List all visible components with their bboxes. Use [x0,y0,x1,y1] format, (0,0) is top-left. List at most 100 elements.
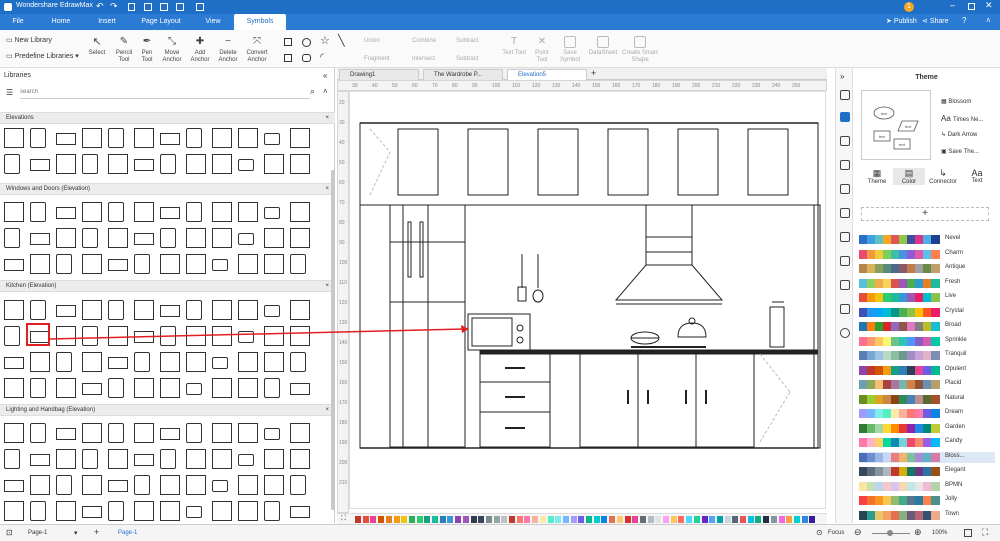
palette-swatch[interactable] [786,516,793,523]
lighting-symbol[interactable] [4,501,24,521]
elevation-symbol[interactable] [212,154,232,174]
kitchen-symbol[interactable] [108,300,124,320]
palette-swatch[interactable] [663,516,669,523]
tab-page-layout[interactable]: Page Layout [136,14,186,30]
appliance-symbol[interactable] [82,383,102,395]
palette-swatch[interactable] [509,516,515,523]
collapse-ribbon-icon[interactable]: ˄ [986,16,991,25]
theme-color-row[interactable]: Candy [859,437,995,448]
palette-swatch[interactable] [801,516,808,523]
kitchen-symbol[interactable] [108,378,124,398]
save-icon[interactable] [160,3,168,11]
palette-swatch[interactable] [378,516,385,523]
lighting-symbol[interactable] [4,423,24,443]
theme-color-row[interactable]: Elegant [859,466,995,477]
palette-swatch[interactable] [770,516,777,523]
page-icon[interactable] [840,184,850,194]
palette-swatch[interactable] [763,516,770,523]
table-icon[interactable] [840,232,850,242]
combine-button[interactable]: Combine [412,38,436,45]
door-symbol[interactable] [186,228,206,248]
fullscreen-icon[interactable]: ⛶ [982,527,988,538]
elevation-symbol[interactable] [186,154,206,174]
window-symbol[interactable] [108,259,128,271]
handbag-symbol[interactable] [30,501,46,521]
palette-swatch[interactable] [532,516,539,523]
theme-color-row[interactable]: Nevel [859,234,995,245]
elevation-symbol[interactable] [160,154,176,174]
tab-home[interactable]: Home [44,14,78,30]
handbag-symbol[interactable] [134,501,154,521]
kitchen-symbol[interactable] [212,357,228,369]
pencil-tool-button[interactable]: ✎ Pencil Tool [112,36,136,64]
tab-symbols[interactable]: Symbols [234,14,286,30]
kitchen-symbol[interactable] [108,357,128,369]
palette-swatch[interactable] [401,516,408,523]
add-anchor-button[interactable]: ✚ Add Anchor [186,36,214,64]
open-file-icon[interactable] [144,3,152,11]
elevation-symbol[interactable] [238,159,254,171]
window-symbol[interactable] [4,259,24,271]
image-icon[interactable] [840,136,850,146]
union-button[interactable]: Union [364,38,380,45]
kitchen-symbol[interactable] [4,326,20,346]
handbag-symbol[interactable] [134,475,150,495]
appliance-symbol[interactable] [134,300,154,320]
handbag-symbol[interactable] [290,423,310,443]
lighting-symbol[interactable] [160,449,176,469]
drawing-canvas[interactable] [349,91,826,509]
palette-swatch[interactable] [562,516,569,523]
appliance-symbol[interactable] [30,378,46,398]
appliance-symbol[interactable] [238,378,258,398]
theme-color-row[interactable]: Garden [859,423,995,434]
undo-icon[interactable]: ↶ [96,1,104,12]
focus-label[interactable]: Focus [828,530,844,536]
handbag-symbol[interactable] [186,506,202,518]
lighting-symbol[interactable] [264,449,284,469]
page-layout-icon[interactable]: ⊡ [6,528,13,537]
handbag-symbol[interactable] [82,506,102,518]
window-symbol[interactable] [160,228,176,248]
close-icon[interactable]: ✕ [985,0,993,11]
palette-swatch[interactable] [393,516,400,523]
history-icon[interactable] [840,328,850,338]
section-elevations[interactable]: Elevations × [0,112,335,124]
fill-bucket-icon[interactable]: ⛶ [341,515,346,523]
lighting-symbol[interactable] [160,475,180,495]
door-symbol[interactable] [290,228,310,248]
window-symbol[interactable] [160,254,180,274]
theme-color-row[interactable]: Bloss... [859,451,995,463]
elevation-symbol[interactable] [212,128,232,148]
palette-swatch[interactable] [701,516,708,523]
window-symbol[interactable] [56,254,72,274]
palette-swatch[interactable] [778,516,785,523]
kitchen-symbol[interactable] [4,378,24,398]
theme-tab-theme[interactable]: ▦ Theme [861,168,893,185]
zoom-level[interactable]: 100% [932,530,947,536]
elevation-symbol[interactable] [56,154,76,174]
square-shape-icon[interactable] [284,54,292,62]
theme-color-row[interactable]: BPMN [859,481,995,492]
rectangle-shape-icon[interactable] [284,38,292,46]
lighting-symbol[interactable] [264,501,280,521]
elevation-symbol[interactable] [290,154,310,174]
lighting-symbol[interactable] [56,475,72,495]
attachment-icon[interactable] [840,304,850,314]
elevation-symbol[interactable] [108,154,128,174]
door-symbol[interactable] [238,233,254,245]
section-kitchen[interactable]: Kitchen (Elevation) × [0,280,335,292]
add-theme-button[interactable]: + [861,207,989,221]
close-section-icon[interactable]: × [325,113,329,124]
kitchen-symbol[interactable] [264,378,280,398]
appliance-symbol[interactable] [30,352,50,372]
rounded-rect-shape-icon[interactable] [302,54,311,62]
delete-anchor-button[interactable]: − Delete Anchor [214,36,242,64]
datasheet-button[interactable]: DataSheet [588,36,618,57]
tab-insert[interactable]: Insert [90,14,124,30]
appliance-symbol[interactable] [30,300,46,320]
elevation-symbol[interactable] [30,128,46,148]
door-symbol[interactable] [30,233,50,245]
palette-swatch[interactable] [424,516,431,523]
window-symbol[interactable] [160,207,180,219]
palette-swatch[interactable] [678,516,685,523]
